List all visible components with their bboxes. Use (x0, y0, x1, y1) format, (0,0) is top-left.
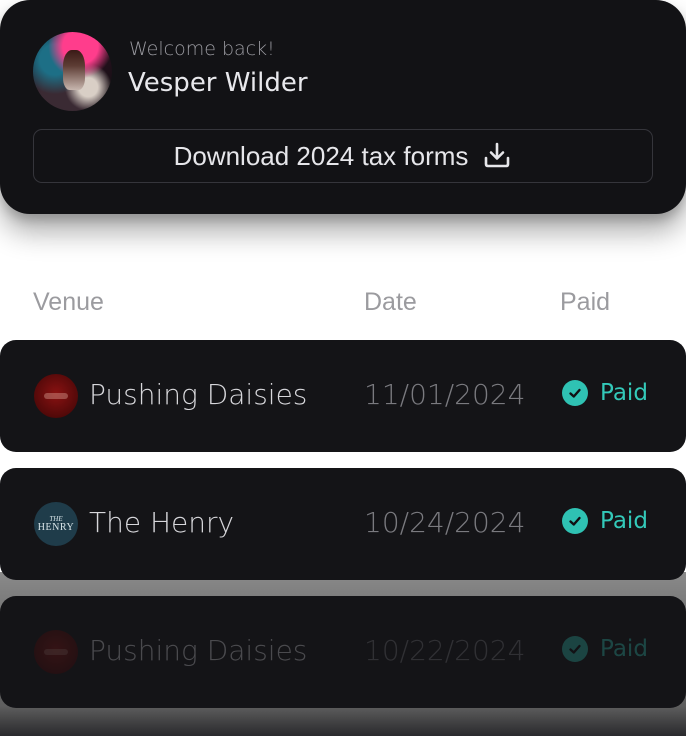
venue-name: The Henry (89, 506, 235, 539)
check-circle-icon (562, 508, 588, 534)
paid-status: Paid (562, 508, 648, 534)
payment-date: 11/01/2024 (364, 378, 526, 411)
column-header-venue[interactable]: Venue (33, 288, 104, 317)
page: Welcome back! Vesper Wilder Download 202… (0, 0, 686, 736)
welcome-text: Welcome back! (129, 38, 275, 60)
download-icon (485, 142, 510, 167)
payment-date: 10/24/2024 (364, 506, 526, 539)
user-name: Vesper Wilder (128, 68, 308, 98)
paid-status-label: Paid (600, 636, 648, 662)
venue-name: Pushing Daisies (89, 634, 308, 667)
pushing-daisies-logo-icon (34, 630, 78, 674)
column-header-date[interactable]: Date (364, 288, 417, 317)
download-button-label: Download 2024 tax forms (173, 140, 469, 171)
paid-status-label: Paid (600, 380, 648, 406)
venue-name: Pushing Daisies (89, 378, 308, 411)
the-henry-logo-icon: THE HENRY (34, 502, 78, 546)
check-circle-icon (562, 636, 588, 662)
bottom-fade-overlay (0, 706, 686, 736)
pushing-daisies-logo-icon (34, 374, 78, 418)
avatar[interactable] (33, 32, 112, 111)
avatar-photo (63, 50, 85, 90)
check-circle-icon (562, 380, 588, 406)
payment-date: 10/22/2024 (364, 634, 526, 667)
logo-text: HENRY (37, 521, 75, 533)
table-row[interactable]: Pushing Daisies 11/01/2024 Paid (0, 340, 686, 452)
download-tax-forms-button[interactable]: Download 2024 tax forms (33, 129, 653, 183)
header-card: Welcome back! Vesper Wilder Download 202… (0, 0, 686, 214)
paid-status-label: Paid (600, 508, 648, 534)
table-row[interactable]: Pushing Daisies 10/22/2024 Paid (0, 596, 686, 708)
column-header-paid[interactable]: Paid (560, 288, 610, 317)
table-row[interactable]: THE HENRY The Henry 10/24/2024 Paid (0, 468, 686, 580)
paid-status: Paid (562, 636, 648, 662)
paid-status: Paid (562, 380, 648, 406)
